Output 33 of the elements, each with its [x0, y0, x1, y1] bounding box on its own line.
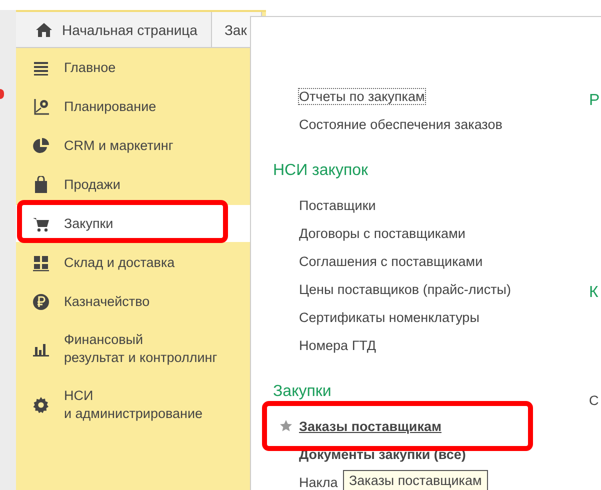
pie-chart-icon: [32, 136, 50, 154]
sidebar-item[interactable]: Продажи: [16, 165, 266, 204]
sidebar-item[interactable]: Планирование: [16, 87, 266, 126]
menu-link[interactable]: С: [589, 381, 600, 420]
section-heading: Р: [589, 91, 600, 111]
menu-link[interactable]: Номера ГТД: [298, 336, 378, 354]
menu-link[interactable]: Состояние обеспечения заказов: [298, 116, 504, 132]
chart-axes-icon: [32, 98, 50, 116]
menu-link[interactable]: Соглашения с поставщиками: [298, 252, 484, 270]
tooltip: Заказы поставщикам: [343, 470, 488, 490]
sidebar-item[interactable]: НСИ и администрирование: [16, 377, 266, 433]
home-icon: [36, 22, 52, 36]
section-heading: Закупки: [273, 382, 332, 402]
settings-icon: [32, 396, 50, 414]
grid-icon: [32, 254, 50, 272]
section-heading: НСИ закупок: [273, 161, 370, 181]
menu-link[interactable]: Поставщики: [298, 196, 377, 214]
menu-link[interactable]: Отчеты по закупкам: [298, 88, 426, 104]
menu-link[interactable]: Цены поставщиков (прайс-листы): [298, 280, 512, 298]
ruble-coin-icon: [32, 292, 50, 310]
menu-link[interactable]: Заказы поставщикам: [298, 418, 442, 434]
bag-icon: [32, 176, 50, 194]
sidebar-item[interactable]: Склад и доставка: [16, 243, 266, 282]
sidebar-item[interactable]: Главное: [16, 48, 266, 87]
sidebar-item[interactable]: CRM и маркетинг: [16, 126, 266, 165]
menu-link[interactable]: Сертификаты номенклатуры: [298, 308, 480, 326]
menu-link[interactable]: Договоры с поставщиками: [298, 224, 466, 242]
sidebar-item[interactable]: Финансовый результат и контроллинг: [16, 321, 266, 377]
sidebar-item[interactable]: Казначейство: [16, 282, 266, 321]
menu-link[interactable]: Накла: [298, 474, 339, 490]
section-heading: К: [589, 283, 600, 303]
menu-link[interactable]: Документы закупки (все): [298, 446, 467, 462]
tab[interactable]: Начальная страница: [16, 12, 212, 48]
